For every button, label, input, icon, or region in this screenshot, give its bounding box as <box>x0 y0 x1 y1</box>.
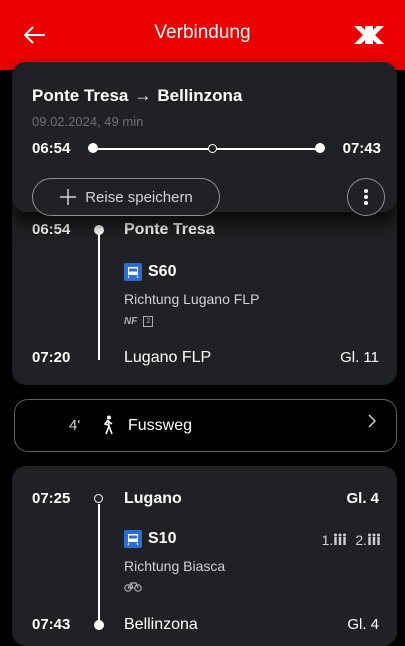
first-class-occupancy: 1. <box>322 532 348 548</box>
leg2-route-line <box>98 504 100 624</box>
save-journey-button[interactable]: Reise speichern <box>32 178 220 216</box>
leg2-arrival-stop: Bellinzona <box>124 616 198 633</box>
leg1-train: S60 <box>124 263 176 281</box>
more-options-button[interactable] <box>347 178 385 216</box>
app-header: Verbindung <box>0 0 405 70</box>
leg2-departure-stop: Lugano <box>124 490 182 507</box>
leg2-arrival-platform: Gl. 4 <box>347 616 379 633</box>
chevron-right-icon <box>368 414 377 433</box>
timeline-end-dot <box>315 143 325 153</box>
plus-icon <box>60 189 77 205</box>
second-class-attribute: 2 <box>143 316 154 327</box>
route-title: Ponte Tresa → Bellinzona <box>32 86 242 106</box>
leg1-departure-stop: Ponte Tresa <box>124 221 215 238</box>
leg1-route-line <box>98 230 100 360</box>
occupancy-icon <box>368 533 380 545</box>
second-class-label: 2. <box>355 532 367 548</box>
sbb-logo-icon <box>351 20 387 50</box>
journey-summary-card: Ponte Tresa → Bellinzona 09.02.2024, 49 … <box>12 62 397 216</box>
summary-arrival-time: 07:43 <box>342 140 381 157</box>
bicycle-icon <box>124 581 142 592</box>
walk-duration: 4' <box>69 417 81 434</box>
leg1-arrival-time: 07:20 <box>32 349 71 366</box>
train-icon <box>124 263 142 281</box>
summary-departure-time: 06:54 <box>32 140 71 157</box>
leg1-direction: Richtung Lugano FLP <box>124 291 260 307</box>
leg2-start-dot <box>94 494 103 503</box>
occupancy-icon <box>334 533 347 545</box>
timeline-transfer-dot <box>208 144 217 153</box>
page-title: Verbindung <box>154 22 251 43</box>
leg2-arrival-time: 07:43 <box>32 616 71 633</box>
occupancy-info: 1. 2. <box>322 532 381 548</box>
first-class-label: 1. <box>321 532 334 548</box>
pedestrian-icon <box>98 413 118 437</box>
route-arrow: → <box>134 86 152 105</box>
origin-station: Ponte Tresa <box>32 86 129 105</box>
leg1-arrival-stop: Lugano FLP <box>124 349 212 366</box>
walk-segment-button[interactable]: 4' Fussweg <box>14 399 397 452</box>
leg1-departure-time: 06:54 <box>32 221 71 238</box>
leg-card-s10[interactable]: 07:25 Lugano Gl. 4 S10 1. 2. Richtung Bi… <box>12 466 397 646</box>
low-floor-attribute: NF <box>124 316 138 327</box>
more-vertical-icon <box>364 189 368 205</box>
save-journey-label: Reise speichern <box>85 188 193 206</box>
leg1-train-number: S60 <box>148 263 177 280</box>
second-class-occupancy: 2. <box>355 532 381 548</box>
leg1-attributes: NF 2 <box>124 316 154 327</box>
leg2-train-number: S10 <box>148 530 177 547</box>
train-icon <box>124 530 142 548</box>
leg2-train: S10 <box>124 530 176 548</box>
journey-meta: 09.02.2024, 49 min <box>32 114 144 129</box>
leg2-direction: Richtung Biasca <box>124 558 226 574</box>
leg2-departure-time: 07:25 <box>32 490 71 507</box>
leg2-departure-platform: Gl. 4 <box>346 490 379 507</box>
destination-station: Bellinzona <box>157 86 243 105</box>
leg1-arrival-platform: Gl. 11 <box>340 349 379 366</box>
walk-label: Fussweg <box>128 417 193 434</box>
